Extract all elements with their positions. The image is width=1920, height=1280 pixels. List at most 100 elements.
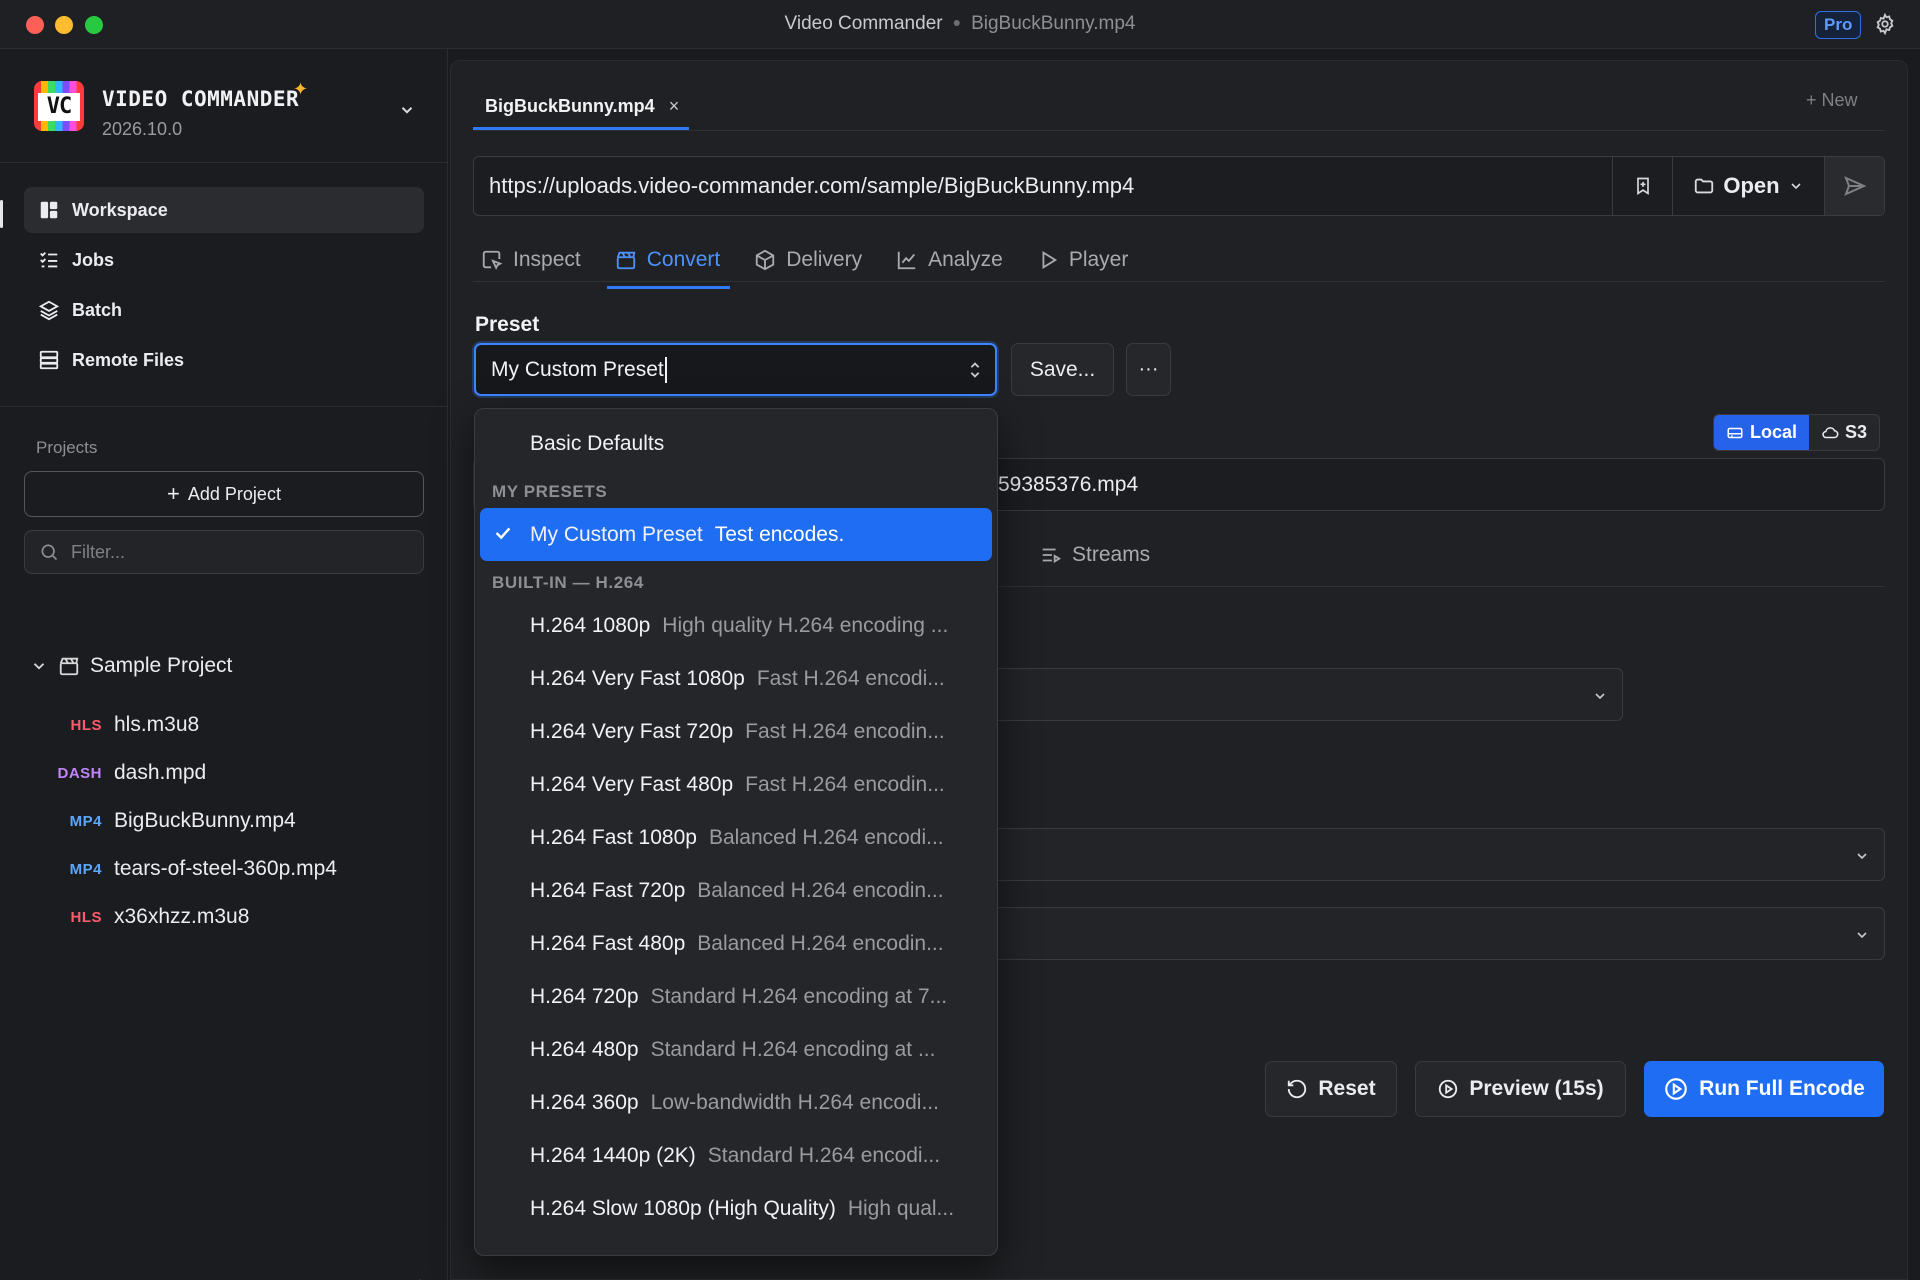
sparkle-icon: ✦: [293, 79, 309, 99]
tab-bigbuckbunny[interactable]: BigBuckBunny.mp4 ×: [473, 81, 691, 131]
more-options-button[interactable]: ···: [1126, 343, 1171, 396]
text-caret: [664, 356, 667, 383]
inspect-icon: [482, 250, 503, 270]
folder-icon: [1695, 178, 1714, 194]
sidebar: VC VIDEO COMMANDER ✦ 2026.10.0 Workspace…: [0, 49, 448, 1280]
window-title: Video Commander ● BigBuckBunny.mp4: [784, 13, 1136, 34]
project-file-list: HLS hls.m3u8 DASH dash.mpd MP4 BigBuckBu…: [40, 701, 430, 941]
storage-s3-button[interactable]: S3: [1809, 415, 1879, 450]
preset-option[interactable]: H.264 720p Standard H.264 encoding at 7..…: [480, 970, 992, 1023]
play-circle-icon: [1665, 1078, 1687, 1100]
preset-option-basic-defaults[interactable]: Basic Defaults: [480, 417, 992, 470]
storage-local-button[interactable]: Local: [1714, 415, 1810, 450]
box-icon: [756, 249, 775, 271]
file-type-badge: MP4: [69, 860, 102, 878]
play-icon: [1042, 251, 1057, 269]
jobs-icon: [40, 252, 58, 268]
nav-item-batch[interactable]: Batch: [24, 287, 424, 333]
send-button[interactable]: [1824, 157, 1884, 215]
workspace-icon: [40, 201, 58, 219]
server-icon: [39, 350, 59, 370]
layers-icon: [38, 300, 60, 321]
preset-dropdown: Basic Defaults MY PRESETS My Custom Pres…: [474, 408, 998, 1256]
app-logo: VC: [34, 81, 84, 131]
check-icon: [495, 527, 511, 540]
group-header: BUILT-IN — H.264: [492, 573, 644, 592]
nav-item-remote-files[interactable]: Remote Files: [24, 337, 424, 383]
updown-chevron-icon: [970, 362, 980, 378]
preset-option[interactable]: H.264 Fast 480p Balanced H.264 encodin...: [480, 917, 992, 970]
tab-streams[interactable]: Streams: [1040, 543, 1150, 567]
url-bar: https://uploads.video-commander.com/samp…: [473, 156, 1885, 216]
reset-button[interactable]: Reset: [1265, 1061, 1397, 1117]
chevron-down-icon: [33, 663, 45, 670]
preset-option[interactable]: H.264 Very Fast 1080p Fast H.264 encodi..…: [480, 652, 992, 705]
preset-option[interactable]: H.264 Fast 720p Balanced H.264 encodin...: [480, 864, 992, 917]
open-button[interactable]: Open: [1672, 157, 1824, 215]
bookmark-icon: [1636, 177, 1649, 196]
drive-icon: [1727, 427, 1743, 438]
preset-option[interactable]: H.264 1440p (2K) Standard H.264 encodi...: [480, 1129, 992, 1182]
list-item[interactable]: HLS hls.m3u8: [40, 701, 430, 749]
preset-option[interactable]: H.264 480p Standard H.264 encoding at ...: [480, 1023, 992, 1076]
bookmark-button[interactable]: [1612, 157, 1672, 215]
project-filter-input[interactable]: Filter...: [24, 530, 424, 574]
chevron-down-icon: [1791, 183, 1801, 190]
preset-option[interactable]: H.264 Slow 1080p (High Quality) High qual…: [480, 1182, 992, 1235]
app-version: 2026.10.0: [102, 119, 183, 139]
save-preset-button[interactable]: Save...: [1011, 343, 1114, 396]
app-switcher[interactable]: VC VIDEO COMMANDER ✦ 2026.10.0: [34, 79, 424, 141]
chevron-down-icon: [1595, 692, 1605, 699]
gear-icon[interactable]: [1874, 13, 1896, 35]
preset-option-selected[interactable]: My Custom Preset Test encodes.: [480, 508, 992, 561]
url-input[interactable]: https://uploads.video-commander.com/samp…: [474, 173, 1612, 199]
main-nav: Workspace Jobs Batch Remote Files: [24, 187, 424, 387]
app-name: VIDEO COMMANDER: [102, 87, 300, 111]
title-bar: Video Commander ● BigBuckBunny.mp4 Pro: [0, 0, 1920, 49]
file-type-badge: HLS: [70, 908, 102, 926]
option-select[interactable]: [981, 907, 1885, 960]
preset-option[interactable]: H.264 360p Low-bandwidth H.264 encodi...: [480, 1076, 992, 1129]
preset-select[interactable]: My Custom Preset: [474, 343, 997, 396]
preview-button[interactable]: Preview (15s): [1415, 1061, 1626, 1117]
window-app-title: Video Commander: [784, 13, 943, 34]
project-sample-project[interactable]: Sample Project: [30, 654, 232, 678]
preset-option[interactable]: H.264 Fast 1080p Balanced H.264 encodi...: [480, 811, 992, 864]
play-circle-icon: [1439, 1079, 1458, 1099]
list-item[interactable]: MP4 BigBuckBunny.mp4: [40, 797, 430, 845]
window-file-title: BigBuckBunny.mp4: [971, 13, 1136, 34]
new-tab-button[interactable]: + New: [1806, 90, 1858, 111]
preset-label: Preset: [475, 313, 540, 336]
nav-active-indicator: [0, 200, 3, 228]
option-select[interactable]: [981, 828, 1885, 881]
clapperboard-icon: [59, 657, 79, 676]
storage-toggle: Local S3: [1713, 414, 1881, 451]
chevron-down-icon: [1857, 852, 1867, 859]
cloud-icon: [1822, 426, 1839, 438]
pro-badge[interactable]: Pro: [1815, 11, 1862, 39]
file-type-badge: HLS: [70, 716, 102, 734]
chevron-down-icon[interactable]: [398, 101, 416, 119]
file-type-badge: DASH: [57, 764, 102, 782]
nav-item-workspace[interactable]: Workspace: [24, 187, 424, 233]
collapse-sidebar-icon[interactable]: [408, 1276, 428, 1280]
group-header: MY PRESETS: [492, 482, 608, 501]
file-type-badge: MP4: [69, 812, 102, 830]
add-project-button[interactable]: + Add Project: [24, 471, 424, 517]
list-item[interactable]: MP4 tears-of-steel-360p.mp4: [40, 845, 430, 893]
list-item[interactable]: DASH dash.mpd: [40, 749, 430, 797]
reset-icon: [1288, 1079, 1307, 1099]
preset-option[interactable]: H.264 Very Fast 480p Fast H.264 encodin..…: [480, 758, 992, 811]
convert-icon: [616, 251, 636, 270]
preset-option[interactable]: H.264 Very Fast 720p Fast H.264 encodin..…: [480, 705, 992, 758]
streams-icon: [1042, 548, 1062, 564]
run-full-encode-button[interactable]: Run Full Encode: [1644, 1061, 1884, 1117]
close-icon[interactable]: ×: [669, 96, 680, 117]
projects-heading: Projects: [36, 438, 98, 457]
list-item[interactable]: HLS x36xhzz.m3u8: [40, 893, 430, 941]
preset-option[interactable]: H.264 1080p High quality H.264 encoding .…: [480, 599, 992, 652]
codec-select[interactable]: [981, 668, 1623, 721]
nav-item-jobs[interactable]: Jobs: [24, 237, 424, 283]
chart-icon: [897, 251, 916, 270]
send-icon: [1843, 176, 1866, 196]
